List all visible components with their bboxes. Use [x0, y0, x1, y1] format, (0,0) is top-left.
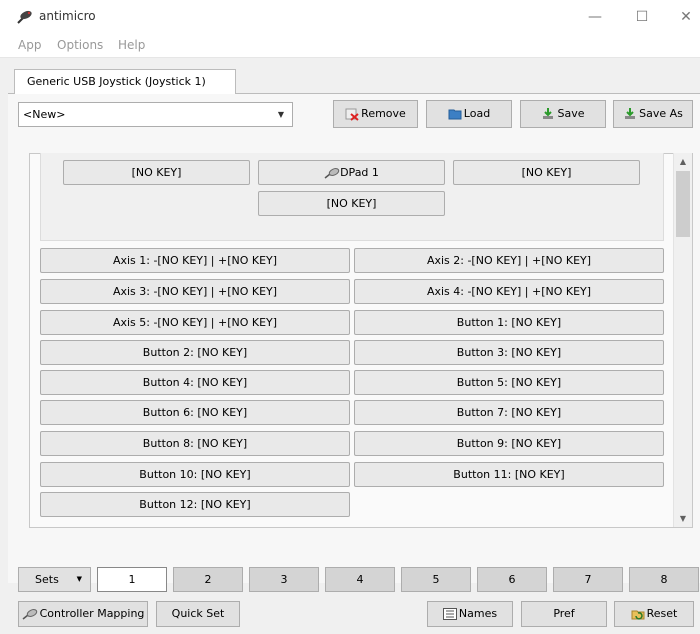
save-as-icon: [625, 108, 636, 119]
set-6-button[interactable]: 6: [477, 567, 547, 592]
window-title: antimicro: [39, 9, 96, 23]
button-6-button[interactable]: Button 6: [NO KEY]: [40, 400, 350, 425]
sets-label: Sets: [35, 573, 59, 586]
sets-dropdown[interactable]: Sets ▼: [18, 567, 91, 592]
names-button[interactable]: Names: [427, 601, 513, 627]
menu-bar: App Options Help: [0, 34, 700, 58]
axis-2-button[interactable]: Axis 2: -[NO KEY] | +[NO KEY]: [354, 248, 664, 273]
load-label: Load: [463, 107, 491, 120]
remove-button[interactable]: Remove: [333, 100, 418, 128]
button-12-button[interactable]: Button 12: [NO KEY]: [40, 492, 350, 517]
joystick-icon: [324, 168, 340, 179]
axis-4-button[interactable]: Axis 4: -[NO KEY] | +[NO KEY]: [354, 279, 664, 304]
button-8-button[interactable]: Button 8: [NO KEY]: [40, 431, 350, 456]
remove-label: Remove: [361, 107, 406, 120]
menu-help[interactable]: Help: [118, 38, 145, 52]
button-11-button[interactable]: Button 11: [NO KEY]: [354, 462, 664, 487]
tab-joystick-1[interactable]: Generic USB Joystick (Joystick 1): [14, 69, 236, 94]
profile-selected-value: <New>: [23, 108, 66, 121]
load-button[interactable]: Load: [426, 100, 512, 128]
save-icon: [543, 108, 554, 119]
button-1-button[interactable]: Button 1: [NO KEY]: [354, 310, 664, 335]
minimize-button[interactable]: —: [581, 6, 609, 28]
set-7-button[interactable]: 7: [553, 567, 623, 592]
dpad-bottom-key-button[interactable]: [NO KEY]: [258, 191, 445, 216]
scroll-down-icon[interactable]: ▼: [674, 510, 692, 527]
close-button[interactable]: ✕: [672, 6, 700, 28]
chevron-down-icon: ▼: [277, 110, 284, 119]
scroll-up-icon[interactable]: ▲: [674, 153, 692, 170]
button-7-button[interactable]: Button 7: [NO KEY]: [354, 400, 664, 425]
save-button[interactable]: Save: [520, 100, 606, 128]
title-bar: antimicro — ☐ ✕: [0, 0, 700, 34]
set-8-button[interactable]: 8: [629, 567, 699, 592]
joystick-icon: [22, 609, 37, 620]
scroll-thumb[interactable]: [676, 171, 690, 237]
set-3-button[interactable]: 3: [249, 567, 319, 592]
button-3-button[interactable]: Button 3: [NO KEY]: [354, 340, 664, 365]
dpad-right-key-button[interactable]: [NO KEY]: [453, 160, 640, 185]
set-4-button[interactable]: 4: [325, 567, 395, 592]
save-label: Save: [557, 107, 585, 120]
controller-mapping-label: Controller Mapping: [39, 607, 145, 620]
button-10-button[interactable]: Button 10: [NO KEY]: [40, 462, 350, 487]
pref-button[interactable]: Pref: [521, 601, 607, 627]
set-5-button[interactable]: 5: [401, 567, 471, 592]
dpad-left-key-button[interactable]: [NO KEY]: [63, 160, 250, 185]
dpad-label: DPad 1: [340, 166, 379, 179]
axis-5-button[interactable]: Axis 5: -[NO KEY] | +[NO KEY]: [40, 310, 350, 335]
dpad-button[interactable]: DPad 1: [258, 160, 445, 185]
button-2-button[interactable]: Button 2: [NO KEY]: [40, 340, 350, 365]
reset-icon: [631, 610, 645, 620]
set-1-button[interactable]: 1: [97, 567, 167, 592]
reset-label: Reset: [646, 607, 678, 620]
folder-icon: [448, 109, 462, 120]
maximize-button[interactable]: ☐: [628, 6, 656, 28]
set-2-button[interactable]: 2: [173, 567, 243, 592]
axis-1-button[interactable]: Axis 1: -[NO KEY] | +[NO KEY]: [40, 248, 350, 273]
button-9-button[interactable]: Button 9: [NO KEY]: [354, 431, 664, 456]
names-list-icon: [442, 608, 457, 620]
reset-button[interactable]: Reset: [614, 601, 694, 627]
button-5-button[interactable]: Button 5: [NO KEY]: [354, 370, 664, 395]
vertical-scrollbar[interactable]: ▲ ▼: [673, 153, 692, 527]
menu-options[interactable]: Options: [57, 38, 103, 52]
axis-3-button[interactable]: Axis 3: -[NO KEY] | +[NO KEY]: [40, 279, 350, 304]
chevron-down-icon: ▼: [76, 575, 82, 583]
save-as-button[interactable]: Save As: [613, 100, 693, 128]
controller-mapping-button[interactable]: Controller Mapping: [18, 601, 148, 627]
names-label: Names: [458, 607, 498, 620]
quick-set-button[interactable]: Quick Set: [156, 601, 240, 627]
remove-icon: [345, 108, 359, 121]
profile-select[interactable]: <New> ▼: [18, 102, 293, 127]
save-as-label: Save As: [639, 107, 683, 120]
menu-app[interactable]: App: [18, 38, 41, 52]
button-4-button[interactable]: Button 4: [NO KEY]: [40, 370, 350, 395]
joystick-app-icon: [17, 10, 32, 24]
